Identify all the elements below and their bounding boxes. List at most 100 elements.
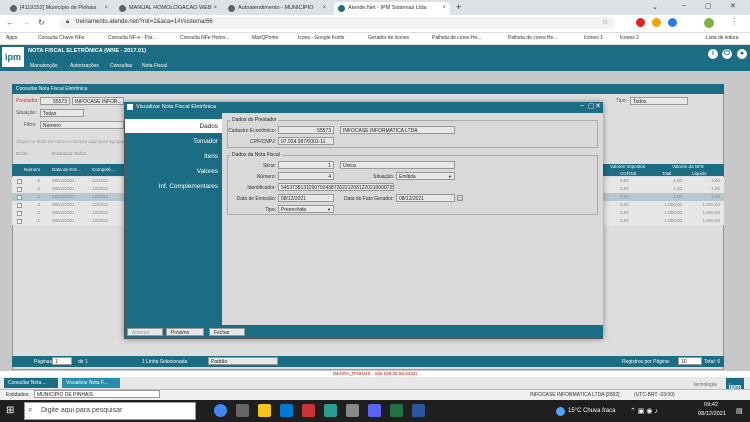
col-competencia[interactable]: Competê...	[92, 167, 114, 172]
close-icon[interactable]: ×	[213, 5, 217, 11]
proximo-button[interactable]: Próximo	[166, 328, 204, 336]
close-icon[interactable]: ×	[442, 5, 446, 11]
word-icon[interactable]	[412, 404, 425, 417]
row-checkbox[interactable]	[17, 179, 22, 184]
browser-tab-1[interactable]: [4119152] Município de Pinhais ×	[6, 2, 112, 15]
col-data-emissao[interactable]: Data de Emi...	[52, 167, 81, 172]
nav-tomador[interactable]: Tomador	[125, 134, 222, 148]
app-tab-consultar[interactable]: Consultar Nota ...	[4, 378, 58, 388]
situacao-select[interactable]: Todas	[40, 109, 84, 117]
close-window-icon[interactable]: ✕	[730, 2, 736, 10]
back-icon[interactable]: ←	[6, 18, 14, 27]
bookmark-item[interactable]: Icones 2	[620, 35, 639, 41]
nav-inf-complementares[interactable]: Inf. Complementares	[125, 179, 222, 193]
row-checkbox[interactable]	[17, 219, 22, 224]
reading-list[interactable]: Lista de leitura	[706, 35, 739, 41]
numero-field[interactable]: 4	[278, 172, 334, 180]
col-cofins[interactable]: COFINS	[620, 171, 637, 176]
minimize-icon[interactable]: –	[682, 2, 686, 9]
bookmark-item[interactable]: Palheta de cores He...	[508, 35, 557, 41]
tray-icons[interactable]: ⌃ ▣ ◉ ♪	[630, 407, 658, 415]
modal-maximize-icon[interactable]: ▢	[588, 102, 595, 110]
clock-time[interactable]: 09:42	[704, 402, 718, 408]
windows-start-icon[interactable]: ⊞	[6, 405, 14, 416]
empresa-field[interactable]: INFOCASE INFORMATICA LTDA	[340, 126, 455, 134]
bookmark-item[interactable]: Palheta de cores He...	[432, 35, 481, 41]
situacao-modal-select[interactable]: Emitida ▼	[396, 172, 455, 180]
menu-manutencao[interactable]: Manutenção	[30, 63, 58, 69]
power-icon[interactable]: ⏻	[722, 49, 732, 59]
row-checkbox[interactable]	[17, 203, 22, 208]
row-checkbox[interactable]	[17, 195, 22, 200]
file-explorer-icon[interactable]	[258, 404, 271, 417]
tab-search-icon[interactable]: ⌄	[652, 3, 658, 11]
menu-kebab-icon[interactable]: ⋮	[730, 17, 738, 26]
reload-icon[interactable]: ↻	[38, 18, 45, 27]
bookmark-item[interactable]: Icones 1	[584, 35, 603, 41]
prestador-code-field[interactable]: 55573	[40, 97, 70, 105]
fato-gerador-field[interactable]: 08/12/2021	[396, 194, 455, 202]
extension-icon[interactable]	[668, 18, 677, 27]
download-todos-button[interactable]: Download Todos	[52, 151, 86, 156]
row-checkbox[interactable]	[17, 187, 22, 192]
nav-dados[interactable]: Dados	[125, 119, 222, 133]
menu-autorizacoes[interactable]: Autorizações	[70, 63, 99, 69]
browser-tab-2[interactable]: MANUAL HOMOLOGACAO WEB ×	[115, 2, 221, 15]
serie-field[interactable]: 1	[278, 161, 334, 169]
task-view-icon[interactable]	[236, 404, 249, 417]
filtro-select[interactable]: Número	[40, 121, 124, 129]
serie-desc-field[interactable]: Única	[340, 161, 455, 169]
taskbar-search-input[interactable]: Digite aqui para pesquisar	[24, 402, 196, 420]
calendar-icon[interactable]	[457, 195, 463, 201]
app-icon[interactable]	[346, 404, 359, 417]
app-icon[interactable]	[324, 404, 337, 417]
menu-nota-fiscal[interactable]: Nota Fiscal	[142, 63, 167, 69]
extension-icon[interactable]	[636, 18, 645, 27]
bookmark-star-icon[interactable]: ☆	[602, 18, 608, 26]
bookmark-item[interactable]: Consulta NFe Homo...	[180, 35, 229, 41]
padrao-select[interactable]: Padrão	[208, 357, 278, 365]
mail-icon[interactable]	[280, 404, 293, 417]
close-icon[interactable]: ×	[322, 5, 326, 11]
extension-icon[interactable]	[652, 18, 661, 27]
prestador-name-field[interactable]: INFOCASE INFOR...	[72, 97, 124, 105]
bookmark-item[interactable]: Gerador de icones	[368, 35, 409, 41]
app-icon[interactable]	[368, 404, 381, 417]
maximize-icon[interactable]: ▢	[705, 2, 712, 10]
menu-consultas[interactable]: Consultas	[110, 63, 132, 69]
emitir-button[interactable]: Emitir	[16, 151, 28, 156]
excel-icon[interactable]	[390, 404, 403, 417]
app-icon[interactable]	[302, 404, 315, 417]
page-field[interactable]: 1	[52, 357, 72, 365]
forward-icon[interactable]: →	[22, 18, 30, 27]
nav-itens[interactable]: Itens	[125, 149, 222, 163]
nav-valores[interactable]: Valores	[125, 164, 222, 178]
bookmark-item[interactable]: Consulta Chave NFe	[38, 35, 84, 41]
anterior-button[interactable]: Anterior	[127, 328, 163, 336]
bookmark-item[interactable]: MaxQPonto	[252, 35, 278, 41]
cadastro-field[interactable]: 55573	[278, 126, 334, 134]
user-icon[interactable]: ●	[737, 49, 747, 59]
info-icon[interactable]: i	[708, 49, 718, 59]
modal-close-icon[interactable]: ✕	[595, 102, 601, 110]
browser-tab-3[interactable]: Autoatendimento - MUNICÍPIO ×	[224, 2, 330, 15]
identificador-field[interactable]: 5453738131200792438720221208122021000072…	[278, 183, 394, 191]
cpf-field[interactable]: 07.924.387/0001-11	[278, 137, 334, 145]
col-numero[interactable]: Número	[24, 167, 40, 172]
tipo-select[interactable]: Todos	[630, 97, 688, 105]
entidades-select[interactable]: MUNICÍPIO DE PINHAIS	[34, 390, 160, 398]
emissao-field[interactable]: 08/12/2021	[278, 194, 334, 202]
url-input[interactable]: treinamento.atende.net/?rot=1&aca=1#!/si…	[60, 17, 615, 29]
chrome-icon[interactable]	[214, 404, 227, 417]
fechar-button[interactable]: Fechar	[209, 328, 245, 336]
app-tab-visualizar[interactable]: Visualizar Nota F...	[62, 378, 120, 388]
close-icon[interactable]: ×	[104, 5, 108, 11]
bookmark-item[interactable]: Icons - Google Fonts	[298, 35, 344, 41]
col-liquido[interactable]: Líquido	[692, 171, 706, 176]
bookmark-item[interactable]: Consulta NF-e - Par...	[108, 35, 156, 41]
browser-tab-4[interactable]: Atende.Net - IPM Sistemas Ltda ×	[334, 2, 450, 15]
row-checkbox[interactable]	[17, 211, 22, 216]
modal-minimize-icon[interactable]: –	[580, 102, 584, 109]
tipo-modal-select[interactable]: Preenchido ▼	[278, 205, 334, 213]
rows-per-page-select[interactable]: 10	[678, 357, 702, 365]
